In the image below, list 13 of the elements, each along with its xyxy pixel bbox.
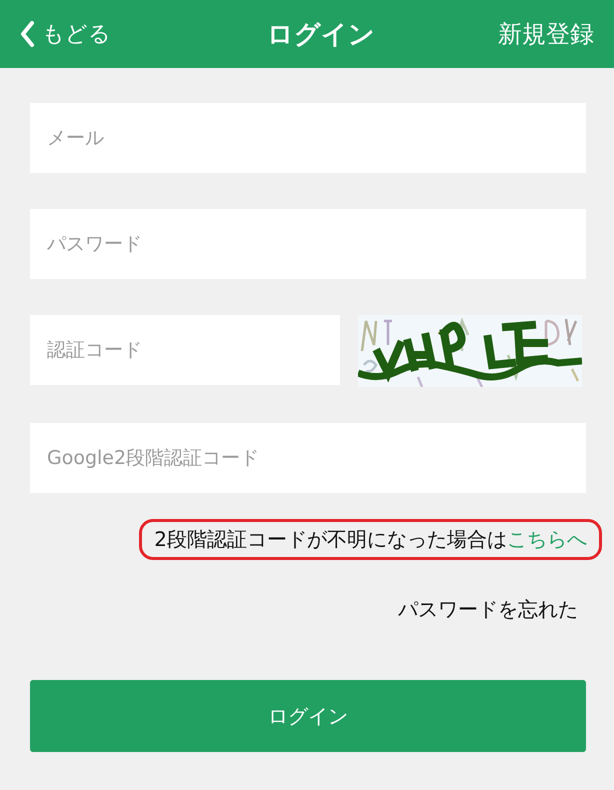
captcha-drawing[interactable] — [358, 315, 582, 387]
input-field[interactable]: パスワード — [30, 209, 586, 279]
forgot-password-link[interactable]: パスワードを忘れた — [398, 596, 578, 623]
input-field[interactable]: メール — [30, 103, 586, 173]
back-button[interactable]: もどる — [20, 19, 111, 49]
input-field[interactable]: 認証コード — [30, 315, 340, 385]
help-link[interactable]: こちらへ — [507, 527, 587, 551]
input-field[interactable]: Google2段階認証コード — [30, 423, 586, 493]
register-link[interactable]: 新規登録 — [498, 18, 594, 50]
login-button[interactable]: ログイン — [30, 680, 586, 752]
help-text: 2段階認証コードが不明になった場合はこちらへ — [154, 526, 587, 553]
page-title: ログイン — [267, 18, 375, 52]
back-chevron-icon — [20, 21, 34, 47]
